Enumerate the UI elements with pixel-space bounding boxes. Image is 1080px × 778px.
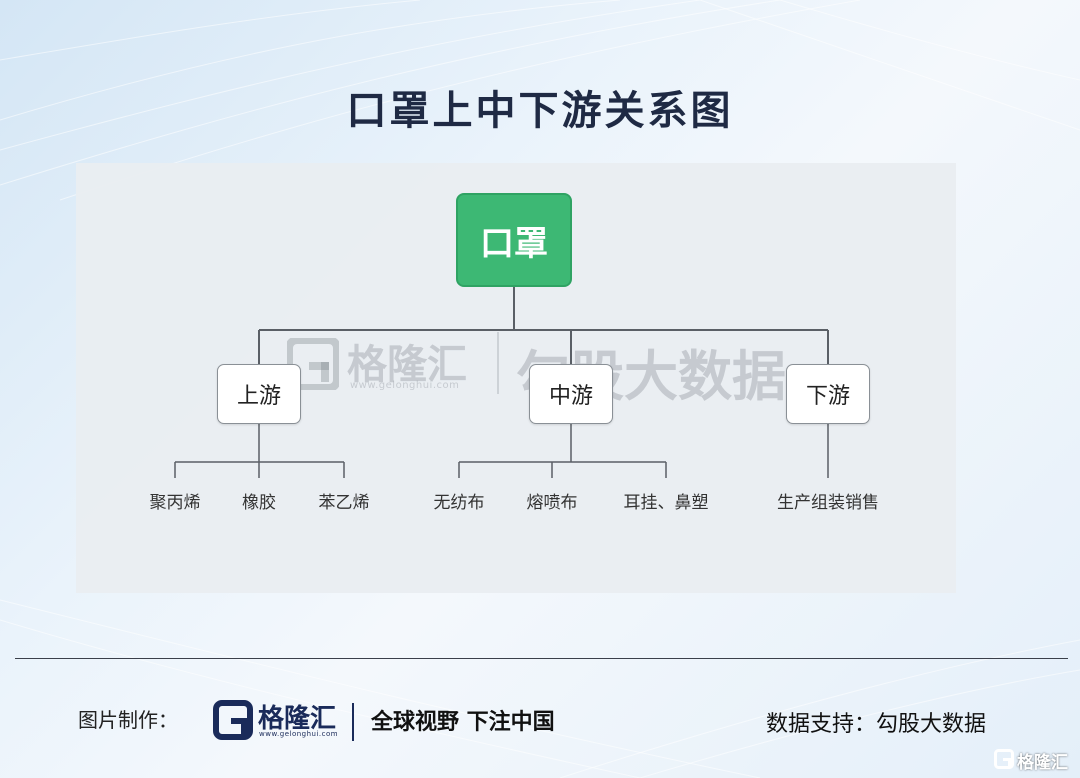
corner-logo-icon (994, 749, 1014, 769)
leaf-polypropylene: 聚丙烯 (149, 493, 201, 513)
gelonghui-logo-icon (213, 700, 253, 740)
node-upstream: 上游 (217, 364, 301, 424)
leaf-meltblown-fabric: 熔喷布 (526, 493, 578, 513)
node-downstream: 下游 (786, 364, 870, 424)
footer-divider (15, 658, 1068, 659)
made-by-label: 图片制作： (78, 708, 178, 732)
corner-watermark: 格隆汇 (994, 748, 1078, 773)
leaf-rubber: 橡胶 (242, 493, 276, 513)
footer-data-support: 数据支持：勾股大数据 (766, 712, 987, 737)
leaf-production-assembly-sales: 生产组装销售 (777, 493, 879, 513)
footer-brand-separator (352, 703, 354, 741)
footer-brand-url: www.gelonghui.com (259, 730, 339, 738)
leaf-styrene: 苯乙烯 (318, 493, 370, 513)
leaf-ear-loop-nose-clip: 耳挂、鼻塑 (623, 493, 709, 513)
node-midstream: 中游 (529, 364, 613, 424)
root-node-mask: 口罩 (456, 193, 572, 287)
footer-slogan: 全球视野 下注中国 (371, 710, 555, 735)
corner-brand-name: 格隆汇 (1017, 753, 1068, 773)
leaf-nonwoven-fabric: 无纺布 (433, 493, 485, 513)
